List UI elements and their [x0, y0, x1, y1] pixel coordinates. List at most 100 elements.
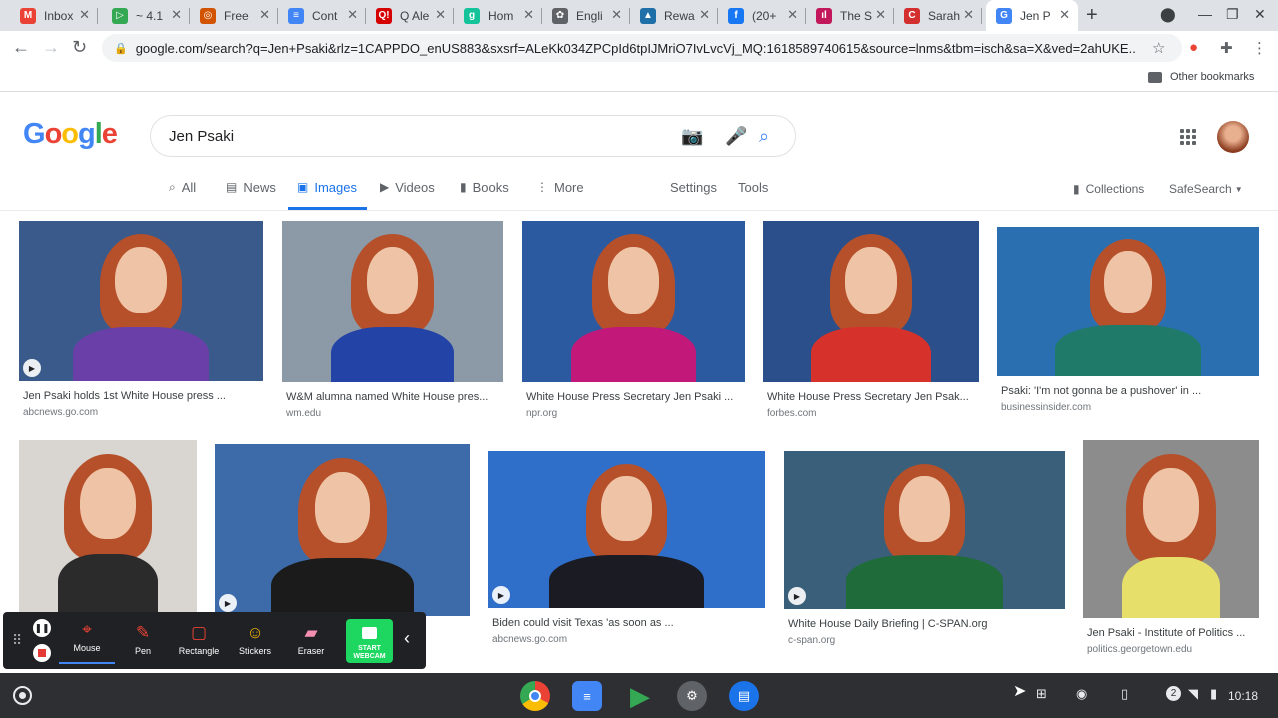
- close-tab-icon[interactable]: ✕: [435, 8, 446, 22]
- search-icon[interactable]: ⌕: [759, 126, 769, 147]
- browser-tab[interactable]: ▷ ~ 4.1 ✕: [102, 0, 190, 31]
- browser-tab[interactable]: ◎ Free ✕: [190, 0, 278, 31]
- notification-count[interactable]: 2: [1166, 686, 1181, 701]
- result-thumbnail[interactable]: [763, 221, 979, 382]
- profile-menu-icon[interactable]: ⬤: [1160, 6, 1176, 23]
- result-caption[interactable]: Biden could visit Texas 'as soon as ...: [492, 617, 765, 629]
- wifi-icon[interactable]: ◥: [1188, 686, 1198, 702]
- close-tab-icon[interactable]: ✕: [787, 8, 798, 22]
- browser-tab[interactable]: f (20+ ✕: [718, 0, 806, 31]
- bookmark-star-icon[interactable]: ☆: [1152, 39, 1165, 57]
- phone-hub-icon[interactable]: ▯: [1121, 686, 1128, 702]
- google-apps-icon[interactable]: [1180, 129, 1196, 145]
- safesearch-toggle[interactable]: SafeSearch ▼: [1169, 182, 1243, 212]
- result-thumbnail[interactable]: [522, 221, 745, 382]
- browser-tab[interactable]: G Jen P ✕: [986, 0, 1078, 31]
- forward-arrow-icon[interactable]: →: [42, 37, 60, 57]
- browser-tab[interactable]: ✿ Engli ✕: [542, 0, 630, 31]
- result-caption[interactable]: White House Press Secretary Jen Psaki ..…: [526, 391, 745, 403]
- tab-videos[interactable]: ▶ Videos: [380, 180, 435, 210]
- result-source[interactable]: politics.georgetown.edu: [1087, 644, 1192, 655]
- pause-icon[interactable]: ❚❚: [33, 619, 51, 637]
- close-tab-icon[interactable]: ✕: [963, 8, 974, 22]
- result-thumbnail[interactable]: [282, 221, 503, 382]
- account-avatar[interactable]: [1217, 121, 1249, 153]
- close-tab-icon[interactable]: ✕: [523, 8, 534, 22]
- screencast-tool[interactable]: ☺ Stickers: [227, 622, 283, 656]
- close-tab-icon[interactable]: ✕: [171, 8, 182, 22]
- result-caption[interactable]: Psaki: 'I'm not gonna be a pushover' in …: [1001, 385, 1259, 397]
- docs-app-icon[interactable]: ≡: [572, 681, 602, 711]
- address-bar[interactable]: 🔒 google.com/search?q=Jen+Psaki&rlz=1CAP…: [102, 34, 1182, 62]
- close-tab-icon[interactable]: ✕: [1059, 8, 1070, 22]
- reload-icon[interactable]: ↻: [72, 37, 87, 57]
- new-tab-button[interactable]: +: [1086, 4, 1098, 27]
- result-thumbnail[interactable]: [19, 221, 263, 381]
- screencast-tool[interactable]: ▰ Eraser: [283, 622, 339, 656]
- result-caption[interactable]: White House Press Secretary Jen Psak...: [767, 391, 979, 403]
- browser-tab[interactable]: ≡ Cont ✕: [278, 0, 366, 31]
- back-arrow-icon[interactable]: ←: [12, 37, 30, 57]
- close-tab-icon[interactable]: ✕: [611, 8, 622, 22]
- stop-button[interactable]: [33, 644, 51, 662]
- tools-link[interactable]: Tools: [738, 180, 768, 210]
- result-caption[interactable]: Jen Psaki holds 1st White House press ..…: [23, 390, 263, 402]
- result-source[interactable]: wm.edu: [286, 408, 321, 419]
- maximize-icon[interactable]: ❐: [1226, 6, 1239, 23]
- browser-tab[interactable]: g Hom ✕: [454, 0, 542, 31]
- other-bookmarks[interactable]: Other bookmarks: [1148, 71, 1254, 83]
- tab-images[interactable]: ▣ Images: [288, 180, 367, 210]
- clock[interactable]: 10:18: [1228, 689, 1258, 703]
- close-tab-icon[interactable]: ✕: [875, 8, 886, 22]
- launcher-icon[interactable]: [13, 686, 32, 705]
- tab-books[interactable]: ▮ Books: [460, 180, 509, 210]
- screencast-tool[interactable]: ▢ Rectangle: [171, 622, 227, 656]
- camera-icon[interactable]: 📷: [681, 126, 703, 147]
- result-source[interactable]: c-span.org: [788, 635, 835, 646]
- play-store-icon[interactable]: ▶: [625, 681, 655, 711]
- minimize-icon[interactable]: —: [1198, 6, 1212, 22]
- accessibility-icon[interactable]: ◉: [1076, 686, 1087, 702]
- capture-icon[interactable]: ⊞: [1036, 686, 1047, 702]
- settings-link[interactable]: Settings: [670, 180, 717, 210]
- result-thumbnail[interactable]: [215, 444, 470, 616]
- result-caption[interactable]: Jen Psaki - Institute of Politics ...: [1087, 627, 1259, 639]
- collapse-chevron-icon[interactable]: ‹: [404, 628, 410, 649]
- result-source[interactable]: npr.org: [526, 408, 557, 419]
- google-logo[interactable]: Google: [23, 118, 118, 151]
- screencast-tool[interactable]: ⌖ Mouse: [59, 619, 115, 664]
- browser-tab[interactable]: C Sarah ✕: [894, 0, 982, 31]
- close-tab-icon[interactable]: ✕: [347, 8, 358, 22]
- result-thumbnail[interactable]: [784, 451, 1065, 609]
- browser-tab[interactable]: ıl The S ✕: [806, 0, 894, 31]
- address-url[interactable]: google.com/search?q=Jen+Psaki&rlz=1CAPPD…: [136, 41, 1136, 56]
- browser-tab[interactable]: ▲ Rewa ✕: [630, 0, 718, 31]
- messages-app-icon[interactable]: ▤: [729, 681, 759, 711]
- screencast-tool[interactable]: ✎ Pen: [115, 622, 171, 656]
- microphone-icon[interactable]: 🎤: [725, 126, 747, 147]
- result-thumbnail[interactable]: [997, 227, 1259, 376]
- tab-news[interactable]: ▤ News: [226, 180, 276, 210]
- result-caption[interactable]: W&M alumna named White House pres...: [286, 391, 503, 403]
- tab-more[interactable]: ⋮ More: [536, 180, 584, 210]
- close-tab-icon[interactable]: ✕: [79, 8, 90, 22]
- close-tab-icon[interactable]: ✕: [259, 8, 270, 22]
- result-source[interactable]: forbes.com: [767, 408, 816, 419]
- browser-tab[interactable]: M Inbox ✕: [10, 0, 98, 31]
- result-caption[interactable]: White House Daily Briefing | C-SPAN.org: [788, 618, 1065, 630]
- battery-icon[interactable]: ▮: [1210, 686, 1217, 702]
- chrome-app-icon[interactable]: [520, 681, 550, 711]
- result-thumbnail[interactable]: [488, 451, 765, 608]
- kebab-menu-icon[interactable]: ⋮: [1252, 39, 1267, 57]
- result-source[interactable]: businessinsider.com: [1001, 402, 1091, 413]
- collections-link[interactable]: ▮ Collections: [1073, 182, 1144, 212]
- result-thumbnail[interactable]: [19, 440, 197, 612]
- result-thumbnail[interactable]: [1083, 440, 1259, 618]
- start-webcam-button[interactable]: START WEBCAM: [346, 619, 393, 663]
- tab-all[interactable]: ⌕ All: [169, 180, 196, 210]
- settings-gear-icon[interactable]: ⚙: [677, 681, 707, 711]
- drag-handle-icon[interactable]: ⠿: [12, 632, 22, 649]
- browser-tab[interactable]: Q! Q Ale ✕: [366, 0, 454, 31]
- puzzle-extensions-icon[interactable]: ✚: [1220, 39, 1233, 57]
- extension-icon[interactable]: ●: [1189, 39, 1198, 56]
